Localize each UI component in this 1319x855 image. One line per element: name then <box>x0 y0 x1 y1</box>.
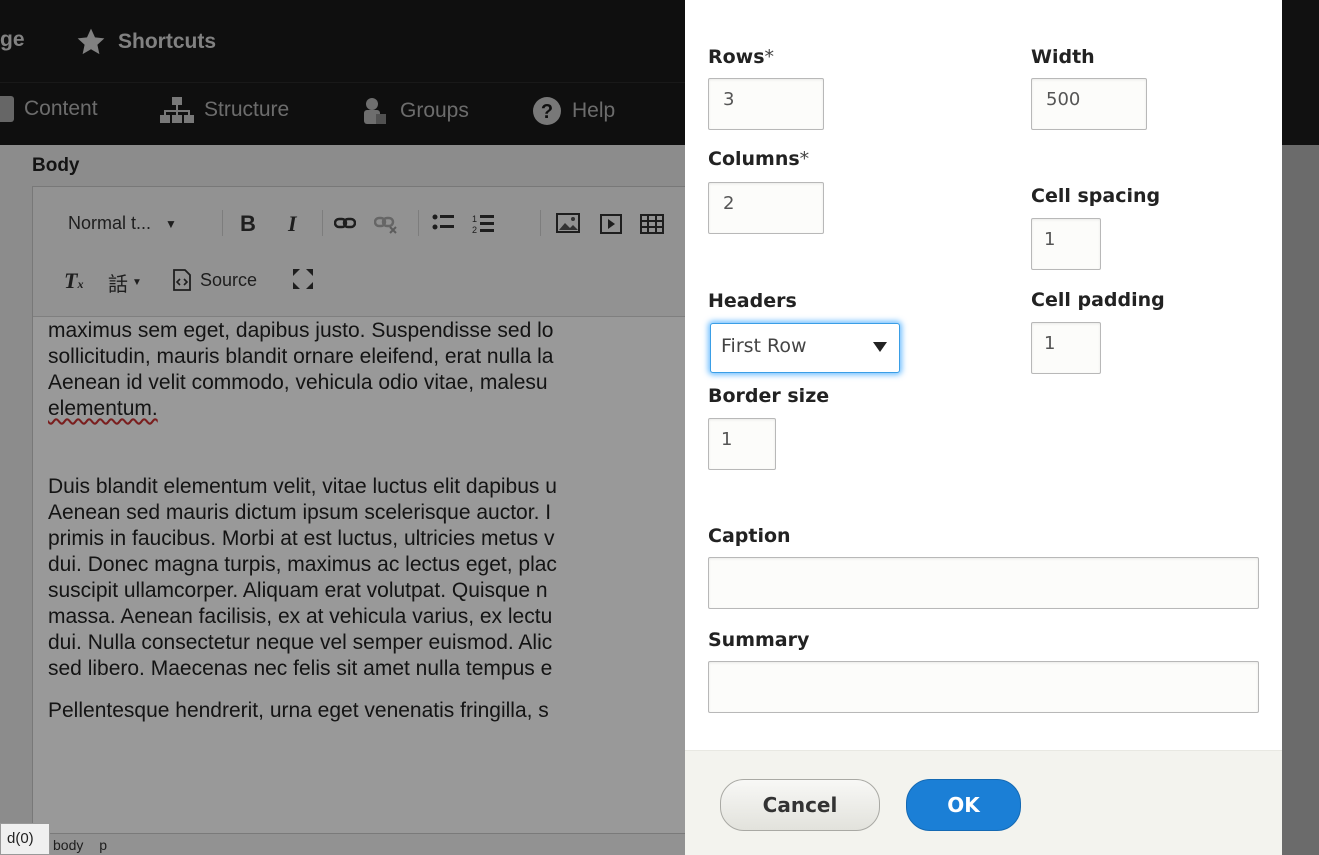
rows-label: Rows* <box>708 46 774 68</box>
width-input[interactable]: 500 <box>1031 78 1147 130</box>
caret-down-icon <box>873 342 887 352</box>
columns-label-text: Columns <box>708 148 800 170</box>
summary-input[interactable] <box>708 661 1259 713</box>
cancel-button[interactable]: Cancel <box>720 779 880 831</box>
page-edge <box>1282 0 1319 855</box>
cell-padding-input[interactable]: 1 <box>1031 322 1101 374</box>
summary-label: Summary <box>708 629 810 651</box>
columns-label: Columns* <box>708 148 809 170</box>
headers-label: Headers <box>708 290 797 312</box>
headers-select-value: First Row <box>721 335 807 357</box>
headers-select[interactable]: First Row <box>710 323 900 373</box>
rows-label-text: Rows <box>708 46 765 68</box>
border-size-label: Border size <box>708 385 830 407</box>
border-size-input[interactable]: 1 <box>708 418 776 470</box>
ok-button[interactable]: OK <box>906 779 1021 831</box>
page-edge-toolbar <box>1282 0 1319 145</box>
table-properties-dialog: Rows* 3 Width 500 Columns* 2 Cell spacin… <box>685 0 1282 855</box>
caption-label: Caption <box>708 525 791 547</box>
cell-spacing-input[interactable]: 1 <box>1031 218 1101 270</box>
required-marker: * <box>799 148 810 170</box>
required-marker: * <box>764 46 775 68</box>
status-tooltip: d(0) <box>0 823 50 855</box>
cell-spacing-label: Cell spacing <box>1031 185 1161 207</box>
width-label: Width <box>1031 46 1095 68</box>
rows-input[interactable]: 3 <box>708 78 824 130</box>
columns-input[interactable]: 2 <box>708 182 824 234</box>
cell-padding-label: Cell padding <box>1031 289 1165 311</box>
caption-input[interactable] <box>708 557 1259 609</box>
